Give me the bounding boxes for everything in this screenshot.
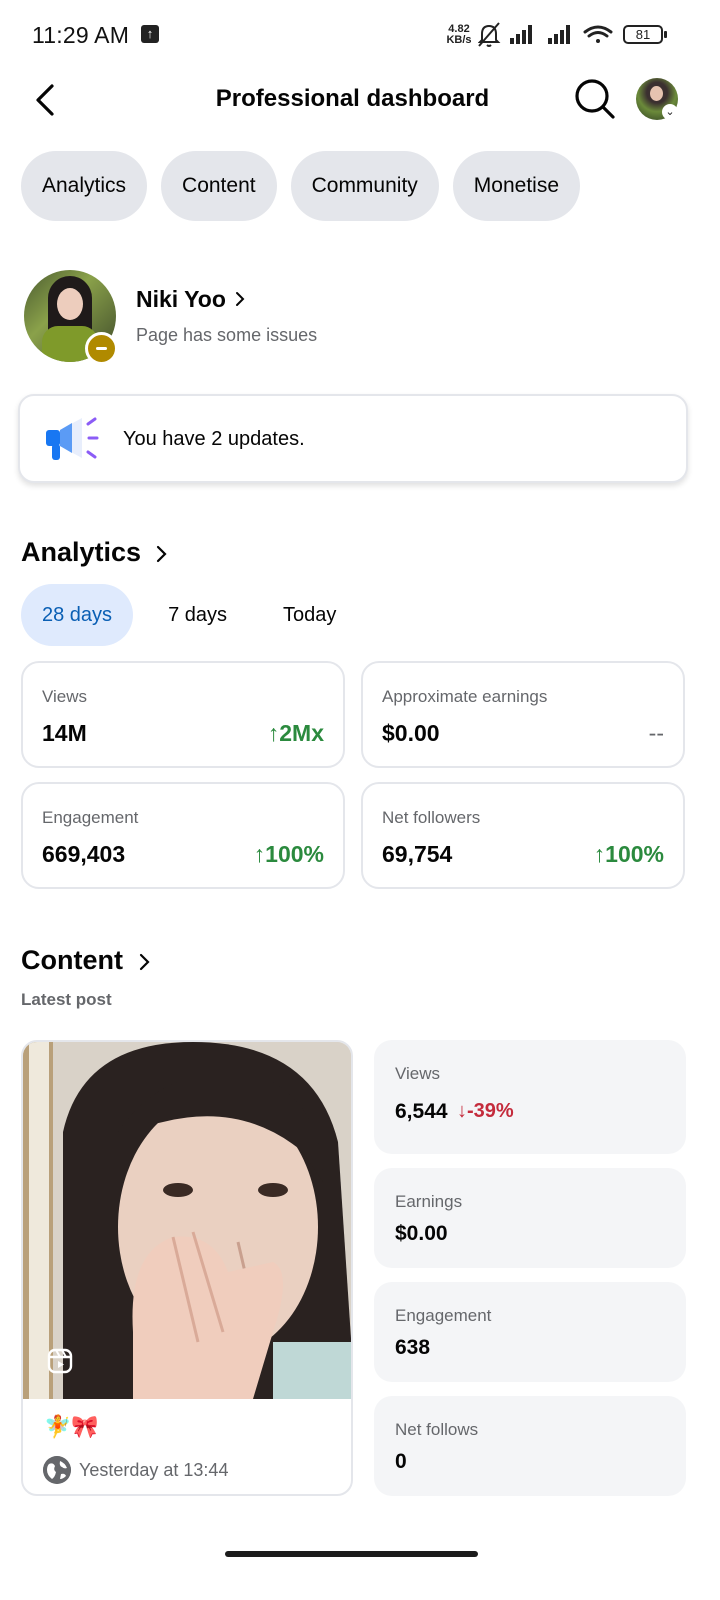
profile-name[interactable]: Niki Yoo <box>136 286 226 313</box>
updates-card[interactable]: You have 2 updates. <box>18 394 688 483</box>
tab-community[interactable]: Community <box>290 151 439 221</box>
period-tab-today[interactable]: Today <box>262 584 357 646</box>
stat-label: Engagement <box>395 1306 492 1325</box>
home-indicator[interactable] <box>225 1551 478 1557</box>
stat-value: $0.00 <box>395 1222 448 1245</box>
wifi-icon <box>583 25 613 43</box>
latest-post-label: Latest post <box>21 990 112 1009</box>
metric-label: Views <box>42 687 88 706</box>
arrow-up-icon: ↑ <box>593 841 606 867</box>
status-bar: 11:29 AM ↑ 4.82 KB/s 81 <box>0 0 720 70</box>
metric-card-net-followers[interactable]: Net followers 69,754 ↑100% <box>361 782 685 889</box>
stat-label: Earnings <box>395 1192 463 1211</box>
stat-value: 638 <box>395 1336 431 1359</box>
metric-value: 14M <box>42 720 87 746</box>
metric-label: Engagement <box>42 808 139 827</box>
header: Professional dashboard <box>0 70 720 130</box>
metric-label: Net followers <box>382 808 481 827</box>
period-tab-7-days[interactable]: 7 days <box>147 584 248 646</box>
metric-card-engagement[interactable]: Engagement 669,403 ↑100% <box>21 782 345 889</box>
signal-icon <box>510 25 532 44</box>
metric-value: $0.00 <box>382 720 440 746</box>
megaphone-icon <box>46 417 99 460</box>
chevron-down-icon[interactable]: ⌄ <box>662 104 678 120</box>
page-issue-status-icon <box>85 332 118 365</box>
latest-post-card[interactable]: 🧚🎀 Yesterday at 13:44 <box>21 1040 353 1496</box>
period-tab-28-days[interactable]: 28 days <box>21 584 134 646</box>
stat-change: ↓-39% <box>457 1100 514 1123</box>
net-speed: 4.82 KB/s <box>444 24 474 46</box>
stat-value: 6,544 <box>395 1100 448 1123</box>
avatar-face <box>650 86 663 101</box>
reels-icon <box>47 1348 73 1374</box>
stat-label: Net follows <box>395 1420 479 1439</box>
arrow-up-icon: ↑ <box>253 841 266 867</box>
metric-change: ↑100% <box>594 841 664 868</box>
analytics-section-title[interactable]: Analytics <box>21 537 141 568</box>
post-thumbnail <box>23 1042 351 1399</box>
top-tabs: Analytics Content Community Monetise <box>21 151 581 221</box>
status-icons <box>478 22 613 47</box>
tab-content[interactable]: Content <box>161 151 277 221</box>
post-stat-earnings[interactable]: Earnings $0.00 <box>374 1168 686 1268</box>
status-time: 11:29 AM <box>32 22 130 48</box>
upload-icon: ↑ <box>141 25 159 43</box>
profile-header: Niki Yoo Page has some issues <box>24 270 704 370</box>
signal-icon <box>548 25 570 44</box>
stat-change-value: -39% <box>467 1100 514 1122</box>
post-thumbnail-photo <box>23 1042 351 1399</box>
metric-card-earnings[interactable]: Approximate earnings $0.00 -- <box>361 661 685 768</box>
metric-change: ↑100% <box>254 841 324 868</box>
post-stat-net-follows[interactable]: Net follows 0 <box>374 1396 686 1496</box>
arrow-down-icon: ↓ <box>457 1100 467 1122</box>
arrow-up-icon: ↑ <box>267 720 280 746</box>
post-stat-views[interactable]: Views 6,544 ↓-39% <box>374 1040 686 1154</box>
chevron-right-icon[interactable] <box>153 542 169 566</box>
content-section-title[interactable]: Content <box>21 945 123 976</box>
chevron-right-icon[interactable] <box>232 288 248 310</box>
stat-label: Views <box>395 1064 441 1083</box>
updates-text: You have 2 updates. <box>123 428 305 450</box>
metric-card-views[interactable]: Views 14M ↑2Mx <box>21 661 345 768</box>
search-button[interactable] <box>572 76 618 122</box>
tab-monetise[interactable]: Monetise <box>452 151 581 221</box>
globe-icon <box>43 1456 71 1484</box>
metric-change-value: 100% <box>265 841 324 867</box>
metric-label: Approximate earnings <box>382 687 548 706</box>
period-tabs: 28 days 7 days Today <box>21 584 371 646</box>
avatar-face <box>57 288 83 320</box>
post-caption: 🧚🎀 <box>44 1414 99 1439</box>
metric-value: 669,403 <box>42 841 126 867</box>
profile-status-text: Page has some issues <box>136 325 318 345</box>
tab-analytics[interactable]: Analytics <box>21 151 148 221</box>
battery-icon: 81 <box>623 25 667 44</box>
stat-value: 0 <box>395 1450 407 1473</box>
metric-change: -- <box>648 720 664 746</box>
post-stat-engagement[interactable]: Engagement 638 <box>374 1282 686 1382</box>
chevron-right-icon[interactable] <box>136 950 152 974</box>
mute-icon <box>478 22 501 47</box>
metric-value: 69,754 <box>382 841 453 867</box>
search-icon <box>575 79 615 119</box>
metric-change-value: 100% <box>605 841 664 867</box>
net-speed-unit: KB/s <box>446 34 472 46</box>
post-timestamp: Yesterday at 13:44 <box>79 1460 229 1480</box>
metric-change-value: 2Mx <box>279 720 324 746</box>
metric-change: ↑2Mx <box>268 720 324 747</box>
